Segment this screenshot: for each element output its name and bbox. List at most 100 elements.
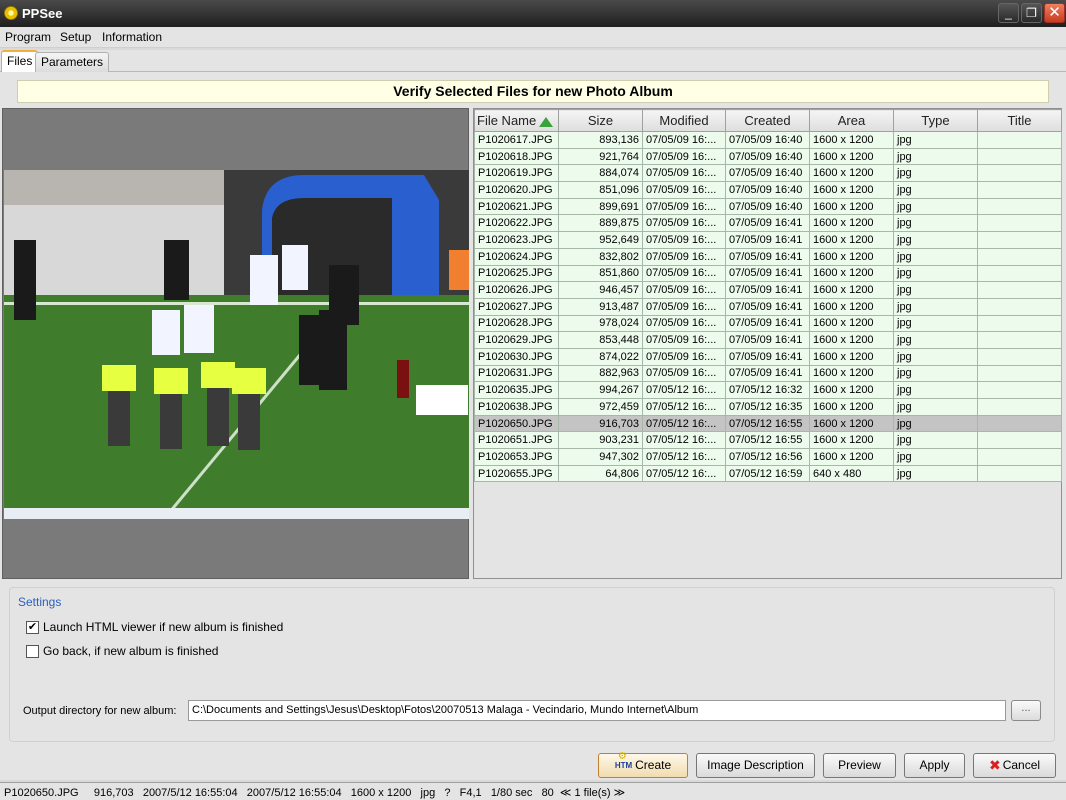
image-preview [2,108,469,579]
cell-created: 07/05/09 16:41 [725,347,810,366]
image-description-button[interactable]: Image Description [696,753,815,778]
table-row[interactable]: P1020655.JPG 64,806 07/05/12 16:... 07/05/1… [474,464,1062,483]
cell-size: 882,963 [558,364,643,383]
cell-size: 64,806 [558,464,643,483]
column-header-size[interactable]: Size [558,109,643,132]
cell-created: 07/05/09 16:40 [725,164,810,183]
cell-area: 1600 x 1200 [809,247,894,266]
table-row[interactable]: P1020650.JPG 916,703 07/05/12 16:... 07/05/… [474,414,1062,433]
table-row[interactable]: P1020622.JPG 889,875 07/05/09 16:... 07/05/… [474,214,1062,233]
settings-legend: Settings [18,595,62,609]
cell-size: 903,231 [558,431,643,450]
cell-file-name: P1020651.JPG [474,431,559,450]
html-create-icon: HTM [615,745,632,777]
table-row[interactable]: P1020624.JPG 832,802 07/05/09 16:... 07/05/… [474,247,1062,266]
go-back-label: Go back, if new album is finished [43,644,219,658]
table-row[interactable]: P1020618.JPG 921,764 07/05/09 16:... 07/05/… [474,147,1062,166]
cell-modified: 07/05/09 16:... [642,131,726,149]
cell-type: jpg [893,297,978,316]
table-row[interactable]: P1020623.JPG 952,649 07/05/09 16:... 07/05/… [474,231,1062,249]
cell-modified: 07/05/09 16:... [642,181,726,199]
cell-file-name: P1020618.JPG [474,147,559,166]
cell-modified: 07/05/09 16:... [642,314,726,333]
cell-type: jpg [893,331,978,349]
close-button[interactable]: ✕ [1044,3,1065,23]
cell-file-name: P1020638.JPG [474,398,559,416]
output-directory-input[interactable]: C:\Documents and Settings\Jesus\Desktop\… [188,700,1006,721]
cell-created: 07/05/12 16:59 [725,464,810,483]
table-row[interactable]: P1020635.JPG 994,267 07/05/12 16:... 07/05/… [474,381,1062,399]
column-header-type[interactable]: Type [893,109,978,132]
cell-modified: 07/05/09 16:... [642,247,726,266]
table-row[interactable]: P1020638.JPG 972,459 07/05/12 16:... 07/05/… [474,398,1062,416]
cell-type: jpg [893,431,978,450]
cell-file-name: P1020650.JPG [474,414,559,433]
create-button[interactable]: HTMCreate [598,745,688,778]
preview-button[interactable]: Preview [823,753,896,778]
cell-title [977,431,1062,450]
cell-title [977,197,1062,216]
launch-viewer-checkbox-row[interactable]: ✔ Launch HTML viewer if new album is fini… [26,620,283,635]
cell-file-name: P1020620.JPG [474,181,559,199]
cell-modified: 07/05/09 16:... [642,331,726,349]
go-back-checkbox[interactable] [26,645,39,659]
cell-size: 921,764 [558,147,643,166]
cell-title [977,181,1062,199]
column-header-file-name[interactable]: File Name [474,109,559,132]
apply-button[interactable]: Apply [904,753,965,778]
cell-area: 1600 x 1200 [809,414,894,433]
cell-size: 851,860 [558,264,643,283]
table-row[interactable]: P1020628.JPG 978,024 07/05/09 16:... 07/05/… [474,314,1062,333]
maximize-button[interactable]: ❐ [1021,3,1042,23]
window-title: PPSee [22,6,63,21]
table-row[interactable]: P1020621.JPG 899,691 07/05/09 16:... 07/05/… [474,197,1062,216]
cell-file-name: P1020653.JPG [474,448,559,466]
menu-information[interactable]: Information [102,30,162,44]
cell-title [977,281,1062,299]
column-header-title[interactable]: Title [977,109,1062,132]
cancel-button[interactable]: ✖ Cancel [973,753,1056,778]
cell-title [977,381,1062,399]
table-row[interactable]: P1020620.JPG 851,096 07/05/09 16:... 07/05/… [474,181,1062,199]
table-row[interactable]: P1020629.JPG 853,448 07/05/09 16:... 07/05/… [474,331,1062,349]
column-header-modified[interactable]: Modified [642,109,726,132]
output-directory-label: Output directory for new album: [23,705,177,717]
cell-size: 946,457 [558,281,643,299]
cell-created: 07/05/09 16:40 [725,197,810,216]
table-row[interactable]: P1020619.JPG 884,074 07/05/09 16:... 07/05/… [474,164,1062,183]
app-icon [4,6,18,20]
cell-area: 1600 x 1200 [809,264,894,283]
cell-title [977,398,1062,416]
column-header-created[interactable]: Created [725,109,810,132]
cell-created: 07/05/09 16:41 [725,314,810,333]
menu-setup[interactable]: Setup [60,30,91,44]
cell-type: jpg [893,131,978,149]
menu-program[interactable]: Program [5,30,51,44]
table-row[interactable]: P1020630.JPG 874,022 07/05/09 16:... 07/05/… [474,347,1062,366]
table-row[interactable]: P1020617.JPG 893,136 07/05/09 16:... 07/05/… [474,131,1062,149]
column-header-area[interactable]: Area [809,109,894,132]
go-back-checkbox-row[interactable]: Go back, if new album is finished [26,644,219,659]
cell-type: jpg [893,464,978,483]
table-row[interactable]: P1020627.JPG 913,487 07/05/09 16:... 07/05/… [474,297,1062,316]
menu-bar: Program Setup Information [0,27,1066,48]
table-row[interactable]: P1020626.JPG 946,457 07/05/09 16:... 07/05/… [474,281,1062,299]
browse-button[interactable]: ... [1011,700,1041,721]
launch-viewer-checkbox[interactable]: ✔ [26,621,39,635]
table-row[interactable]: P1020651.JPG 903,231 07/05/12 16:... 07/05/… [474,431,1062,450]
cell-title [977,448,1062,466]
table-row[interactable]: P1020653.JPG 947,302 07/05/12 16:... 07/05/… [474,448,1062,466]
table-row[interactable]: P1020631.JPG 882,963 07/05/09 16:... 07/05/… [474,364,1062,383]
table-row[interactable]: P1020625.JPG 851,860 07/05/09 16:... 07/05/… [474,264,1062,283]
cell-type: jpg [893,364,978,383]
minimize-button[interactable]: _ [998,3,1019,23]
cell-size: 851,096 [558,181,643,199]
cell-file-name: P1020631.JPG [474,364,559,383]
tab-files[interactable]: Files [1,50,39,73]
cell-file-name: P1020626.JPG [474,281,559,299]
cell-type: jpg [893,448,978,466]
cell-size: 832,802 [558,247,643,266]
cell-created: 07/05/09 16:40 [725,147,810,166]
cell-size: 889,875 [558,214,643,233]
tab-parameters[interactable]: Parameters [35,52,110,72]
